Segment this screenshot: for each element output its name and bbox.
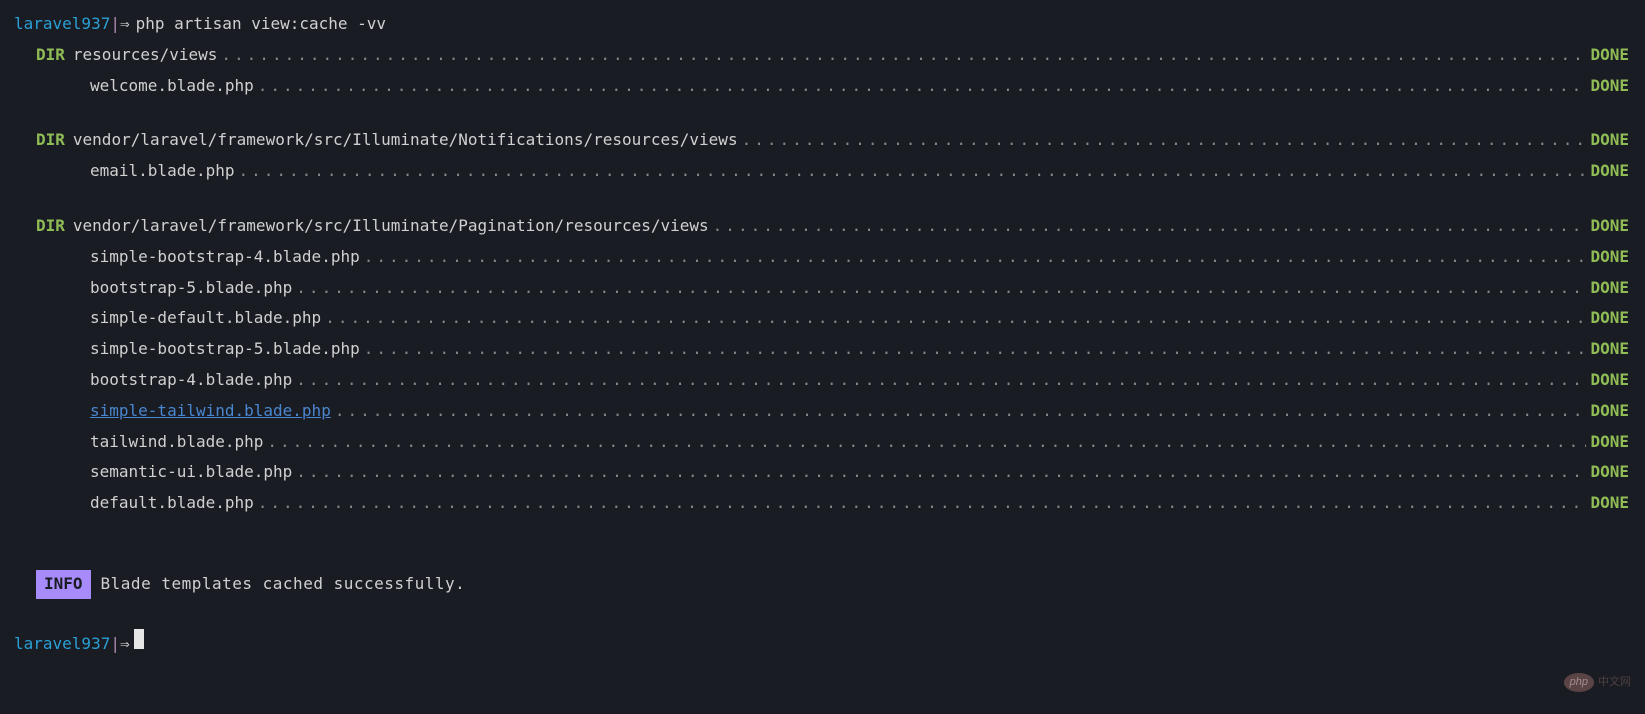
filler-dots (713, 214, 1587, 239)
filler-dots (335, 399, 1587, 424)
info-text: Blade templates cached successfully. (101, 572, 466, 597)
file-name: simple-default.blade.php (90, 306, 321, 331)
status-label: DONE (1590, 245, 1629, 270)
info-row: INFO Blade templates cached successfully. (14, 570, 1631, 599)
blank-line (14, 104, 1631, 128)
file-row: bootstrap-5.blade.php DONE (14, 276, 1631, 301)
file-row: default.blade.php DONE (14, 491, 1631, 516)
file-name: welcome.blade.php (90, 74, 254, 99)
filler-dots (267, 430, 1586, 455)
filler-dots (742, 128, 1587, 153)
filler-dots (239, 159, 1587, 184)
status-label: DONE (1590, 214, 1629, 239)
dir-label: DIR (36, 128, 65, 153)
watermark: php 中文网 (1564, 673, 1631, 692)
dir-label: DIR (36, 43, 65, 68)
file-row: simple-bootstrap-4.blade.php DONE (14, 245, 1631, 270)
status-label: DONE (1590, 128, 1629, 153)
blank-line (14, 522, 1631, 546)
dir-path: vendor/laravel/framework/src/Illuminate/… (73, 214, 709, 239)
blank-line (14, 546, 1631, 570)
file-name: simple-bootstrap-5.blade.php (90, 337, 360, 362)
dir-row: DIR vendor/laravel/framework/src/Illumina… (14, 128, 1631, 153)
prompt-line[interactable]: laravel937|⇒ (14, 629, 1631, 657)
status-label: DONE (1590, 276, 1629, 301)
filler-dots (258, 491, 1587, 516)
filler-dots (364, 245, 1587, 270)
file-name: bootstrap-5.blade.php (90, 276, 292, 301)
blank-line (14, 190, 1631, 214)
file-name[interactable]: simple-tailwind.blade.php (90, 399, 331, 424)
dir-row: DIR vendor/laravel/framework/src/Illumina… (14, 214, 1631, 239)
filler-dots (364, 337, 1587, 362)
file-row: semantic-ui.blade.php DONE (14, 460, 1631, 485)
file-name: email.blade.php (90, 159, 235, 184)
status-label: DONE (1590, 43, 1629, 68)
file-row: simple-tailwind.blade.php DONE (14, 399, 1631, 424)
file-row: tailwind.blade.php DONE (14, 430, 1631, 455)
file-row: simple-bootstrap-5.blade.php DONE (14, 337, 1631, 362)
status-label: DONE (1590, 368, 1629, 393)
dir-path: resources/views (73, 43, 218, 68)
filler-dots (296, 368, 1586, 393)
watermark-logo: php (1564, 673, 1594, 692)
dir-label: DIR (36, 214, 65, 239)
terminal-output: laravel937|⇒php artisan view:cache -vvDI… (14, 12, 1631, 657)
status-label: DONE (1590, 337, 1629, 362)
info-badge: INFO (36, 570, 91, 599)
blank-line (14, 605, 1631, 629)
status-label: DONE (1590, 460, 1629, 485)
file-row: welcome.blade.php DONE (14, 74, 1631, 99)
cursor (134, 629, 144, 649)
filler-dots (325, 306, 1586, 331)
prompt-line[interactable]: laravel937|⇒php artisan view:cache -vv (14, 12, 1631, 37)
status-label: DONE (1590, 306, 1629, 331)
status-label: DONE (1590, 74, 1629, 99)
status-label: DONE (1590, 491, 1629, 516)
prompt-separator: | (110, 12, 120, 37)
file-name: default.blade.php (90, 491, 254, 516)
watermark-text: 中文网 (1598, 674, 1631, 691)
file-row: email.blade.php DONE (14, 159, 1631, 184)
prompt-separator: | (110, 632, 120, 657)
file-name: semantic-ui.blade.php (90, 460, 292, 485)
file-name: tailwind.blade.php (90, 430, 263, 455)
prompt-host: laravel937 (14, 632, 110, 657)
file-name: bootstrap-4.blade.php (90, 368, 292, 393)
prompt-arrow: ⇒ (120, 632, 130, 657)
prompt-host: laravel937 (14, 12, 110, 37)
file-name: simple-bootstrap-4.blade.php (90, 245, 360, 270)
dir-row: DIR resources/views DONE (14, 43, 1631, 68)
command-text: php artisan view:cache -vv (136, 12, 386, 37)
file-row: simple-default.blade.php DONE (14, 306, 1631, 331)
status-label: DONE (1590, 399, 1629, 424)
filler-dots (296, 276, 1586, 301)
filler-dots (221, 43, 1586, 68)
dir-path: vendor/laravel/framework/src/Illuminate/… (73, 128, 738, 153)
prompt-arrow: ⇒ (120, 12, 130, 37)
file-row: bootstrap-4.blade.php DONE (14, 368, 1631, 393)
filler-dots (258, 74, 1587, 99)
filler-dots (296, 460, 1586, 485)
status-label: DONE (1590, 159, 1629, 184)
status-label: DONE (1590, 430, 1629, 455)
